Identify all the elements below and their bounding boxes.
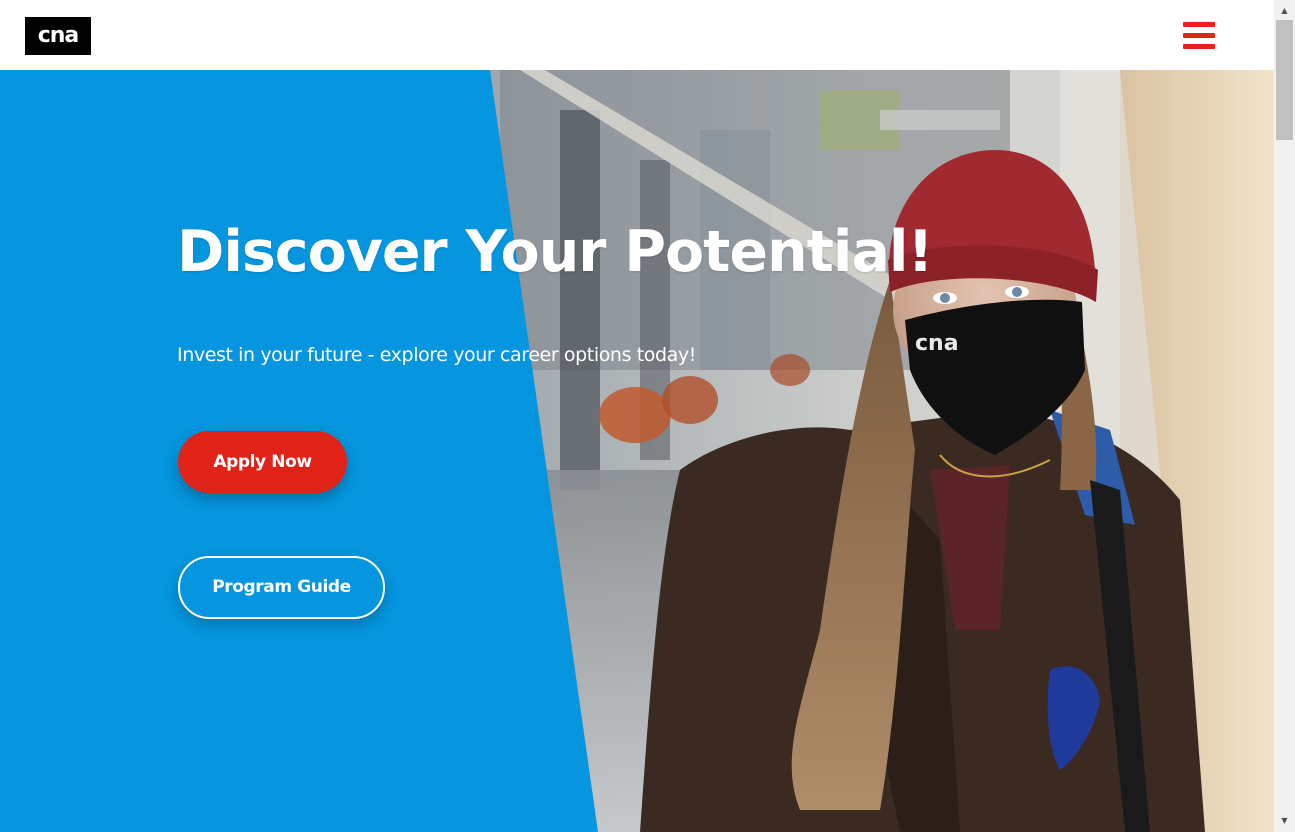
hero-subtitle: Invest in your future - explore your car… [177,344,696,366]
cna-logo[interactable]: cna [25,17,91,55]
menu-bar-top [1183,22,1215,27]
site-header: cna [0,0,1274,70]
hamburger-menu-icon[interactable] [1183,22,1215,50]
scrollbar-thumb[interactable] [1276,20,1293,140]
page: cna cna Discover Your Potential! Invest … [0,0,1295,832]
hero-banner: cna Discover Your Potential! Invest in y… [0,70,1274,832]
page-scrollbar[interactable]: ▲ ▼ [1274,0,1295,832]
menu-bar-middle [1183,33,1215,38]
program-guide-button[interactable]: Program Guide [178,556,385,619]
menu-bar-bottom [1183,44,1215,49]
scroll-down-arrow-icon[interactable]: ▼ [1274,812,1295,829]
hero-title: Discover Your Potential! [177,219,933,285]
scroll-up-arrow-icon[interactable]: ▲ [1274,2,1295,19]
apply-now-button[interactable]: Apply Now [178,431,347,493]
